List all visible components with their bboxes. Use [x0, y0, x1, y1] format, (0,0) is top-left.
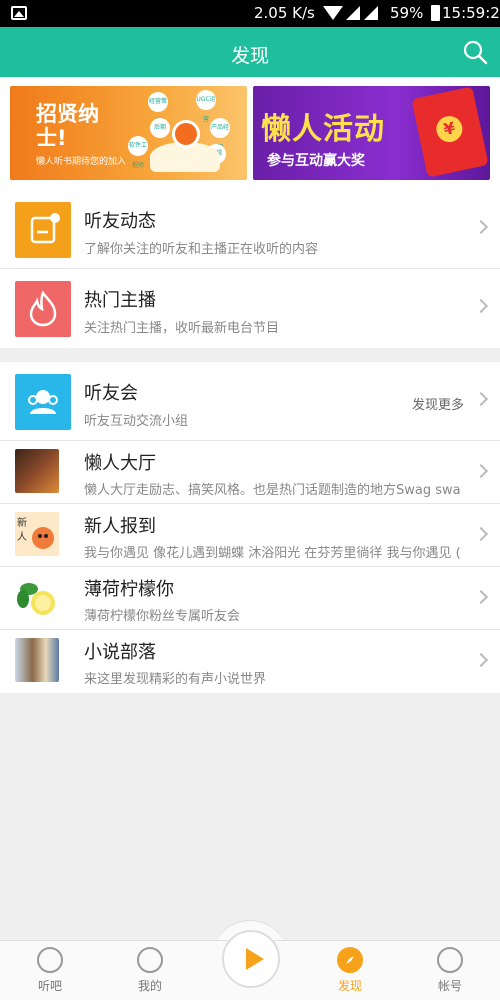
- nav-item-account[interactable]: 帐号: [420, 947, 480, 994]
- radio-icon: [37, 947, 63, 973]
- red-envelope-icon: [411, 86, 489, 178]
- nav-item-discover[interactable]: 发现: [320, 947, 380, 994]
- activity-banner[interactable]: 懒人活动 参与互动赢大奖: [253, 86, 490, 180]
- item-desc: 来这里发现精彩的有声小说世界: [84, 672, 267, 687]
- fan-group-header[interactable]: 听友会 听友互动交流小组 发现更多: [0, 362, 500, 441]
- chat-bubble-icon: [15, 202, 71, 258]
- signal-icon: [346, 6, 360, 20]
- group-thumbnail: [15, 638, 59, 682]
- banner-title: 懒人活动: [261, 112, 385, 147]
- wifi-icon: [323, 6, 343, 20]
- network-speed: 2.05 K/s: [254, 4, 315, 22]
- image-notification-icon: [11, 6, 27, 20]
- banner-bubble: UGC运营: [196, 90, 216, 123]
- group-thumbnail: [15, 449, 59, 493]
- play-button[interactable]: [222, 930, 280, 988]
- discover-more-link[interactable]: 发现更多: [412, 394, 464, 413]
- banner-area: 招贤纳士! 懒人听书期待您的加入 经营策划 UGC运营 后期 产品经理 软件工程…: [0, 77, 500, 190]
- discover-section: 听友动态 了解你关注的听友和主播正在收听的内容 热门主播 关注热门主播，收听最新…: [0, 190, 500, 348]
- item-title: 听友动态: [84, 211, 156, 232]
- clock: 15:59:21: [442, 4, 500, 22]
- status-bar: 2.05 K/s 59% 15:59:21: [0, 0, 500, 27]
- flame-icon: [15, 281, 71, 337]
- chevron-right-icon: [473, 526, 489, 542]
- chevron-right-icon: [473, 219, 489, 235]
- nav-item-mine[interactable]: 我的: [120, 947, 180, 994]
- mascot-illustration: [172, 120, 200, 148]
- chevron-right-icon: [473, 463, 489, 479]
- group-thumbnail: [15, 575, 59, 619]
- banner-title: 招贤纳士!: [36, 102, 99, 150]
- search-icon[interactable]: [462, 39, 488, 65]
- banner-bubble: 经营策划: [148, 92, 168, 125]
- list-item[interactable]: 小说部落 来这里发现精彩的有声小说世界: [0, 630, 500, 693]
- item-title: 懒人大厅: [84, 453, 156, 474]
- item-desc: 薄荷柠檬你粉丝专属听友会: [84, 609, 241, 624]
- nav-item-tingba[interactable]: 听吧: [20, 947, 80, 994]
- user-icon: [137, 947, 163, 973]
- item-desc: 懒人大厅走励志、搞笑风格。也是热门话题制造的地方Swag swa: [84, 483, 461, 498]
- app-header: 发现: [0, 27, 500, 77]
- item-title: 听友会: [84, 383, 138, 404]
- nav-label: 帐号: [437, 979, 462, 993]
- people-icon: [15, 374, 71, 430]
- banner-subtitle: 懒人听书期待您的加入: [36, 157, 127, 167]
- chevron-right-icon: [473, 298, 489, 314]
- compass-icon: [337, 947, 363, 973]
- banner-bubble: 产品经理: [210, 118, 230, 151]
- item-desc: 听友互动交流小组: [84, 414, 189, 429]
- item-title: 小说部落: [84, 642, 156, 663]
- account-icon: [437, 947, 463, 973]
- list-item[interactable]: 薄荷柠檬你 薄荷柠檬你粉丝专属听友会: [0, 567, 500, 630]
- list-item[interactable]: 热门主播 关注热门主播，收听最新电台节目: [0, 269, 500, 348]
- banner-bubble: 后期: [150, 118, 170, 138]
- fan-group-section: 听友会 听友互动交流小组 发现更多 懒人大厅 懒人大厅走励志、搞笑风格。也是热门…: [0, 362, 500, 693]
- list-item[interactable]: 新 人 新人报到 我与你遇见 像花儿遇到蝴蝶 沐浴阳光 在芬芳里徜徉 我与你遇见…: [0, 504, 500, 567]
- chevron-right-icon: [473, 589, 489, 605]
- item-desc: 关注热门主播，收听最新电台节目: [84, 321, 280, 336]
- banner-subtitle: 参与互动赢大奖: [267, 153, 365, 169]
- chevron-right-icon: [473, 391, 489, 407]
- group-thumbnail: 新 人: [15, 512, 59, 556]
- recruit-banner[interactable]: 招贤纳士! 懒人听书期待您的加入 经营策划 UGC运营 后期 产品经理 软件工程…: [10, 86, 247, 180]
- banner-bubble: 软件工程师: [128, 136, 148, 169]
- chevron-right-icon: [473, 652, 489, 668]
- battery-percent: 59%: [390, 4, 424, 22]
- list-item[interactable]: 懒人大厅 懒人大厅走励志、搞笑风格。也是热门话题制造的地方Swag swa: [0, 441, 500, 504]
- item-title: 薄荷柠檬你: [84, 579, 174, 600]
- page-title: 发现: [230, 45, 269, 67]
- item-title: 热门主播: [84, 290, 156, 311]
- nav-label: 听吧: [37, 979, 62, 993]
- nav-label: 发现: [337, 979, 362, 993]
- list-item[interactable]: 听友动态 了解你关注的听友和主播正在收听的内容: [0, 190, 500, 269]
- nav-label: 我的: [137, 979, 162, 993]
- svg-text:人: 人: [17, 531, 27, 543]
- battery-icon: [431, 5, 440, 21]
- svg-text:新: 新: [17, 516, 27, 529]
- item-desc: 了解你关注的听友和主播正在收听的内容: [84, 242, 319, 257]
- item-desc: 我与你遇见 像花儿遇到蝴蝶 沐浴阳光 在芬芳里徜徉 我与你遇见 (: [84, 546, 461, 561]
- signal-icon-2: [364, 6, 378, 20]
- item-title: 新人报到: [84, 516, 156, 537]
